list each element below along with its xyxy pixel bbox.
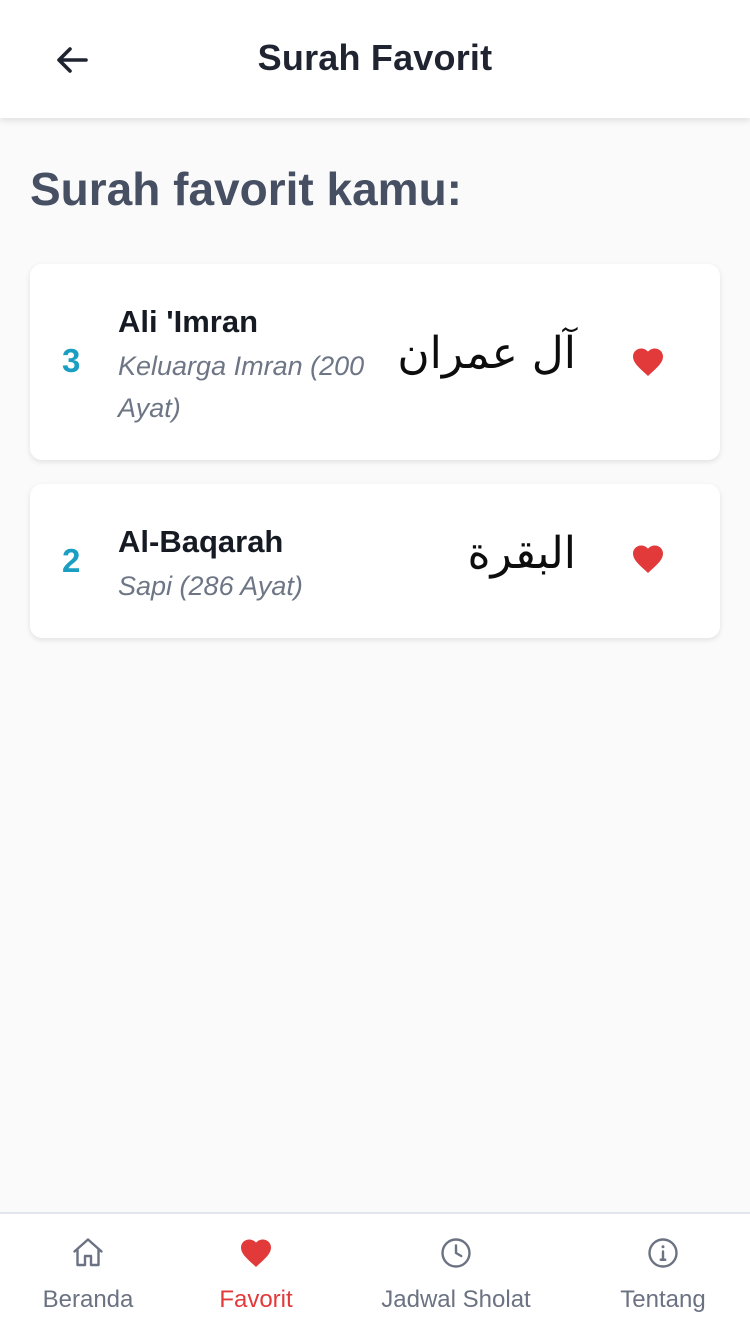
nav-label: Jadwal Sholat [381, 1286, 531, 1313]
arrow-left-icon [57, 47, 88, 73]
info-icon [644, 1234, 682, 1272]
heart-icon[interactable] [630, 541, 666, 577]
surah-subtitle: Keluarga Imran (200 Ayat) [118, 351, 365, 423]
heart-icon [237, 1234, 275, 1272]
nav-item-favorit[interactable]: Favorit [215, 1234, 297, 1314]
surah-subtitle: Sapi (286 Ayat) [118, 571, 303, 601]
nav-item-beranda[interactable]: Beranda [40, 1234, 136, 1314]
clock-icon [437, 1234, 475, 1272]
nav-item-jadwal-sholat[interactable]: Jadwal Sholat [375, 1234, 537, 1314]
surah-name: Ali 'Imran [118, 304, 259, 339]
nav-label: Favorit [219, 1286, 293, 1313]
app-root: Surah Favorit Surah favorit kamu: 3 Ali … [0, 0, 750, 1333]
surah-number: 3 [62, 342, 81, 379]
app-header: Surah Favorit [0, 0, 750, 118]
nav-label: Tentang [620, 1286, 706, 1313]
bottom-nav: Beranda Favorit Jadwal Sholat Tentang [0, 1212, 750, 1333]
heart-icon[interactable] [630, 344, 666, 380]
nav-item-tentang[interactable]: Tentang [615, 1234, 711, 1314]
section-title: Surah favorit kamu: [30, 163, 462, 215]
page-title: Surah Favorit [257, 37, 493, 78]
home-icon [69, 1234, 107, 1272]
surah-number: 2 [62, 542, 81, 579]
surah-card[interactable]: 3 Ali 'Imran Keluarga Imran (200 Ayat) آ… [30, 264, 720, 460]
back-button[interactable] [48, 36, 96, 84]
nav-label: Beranda [42, 1286, 134, 1313]
surah-arabic-name: البقرة [467, 528, 577, 579]
surah-arabic-name: آل عمران [397, 328, 576, 379]
surah-name: Al-Baqarah [118, 524, 284, 559]
surah-card[interactable]: 2 Al-Baqarah Sapi (286 Ayat) البقرة [30, 484, 720, 638]
